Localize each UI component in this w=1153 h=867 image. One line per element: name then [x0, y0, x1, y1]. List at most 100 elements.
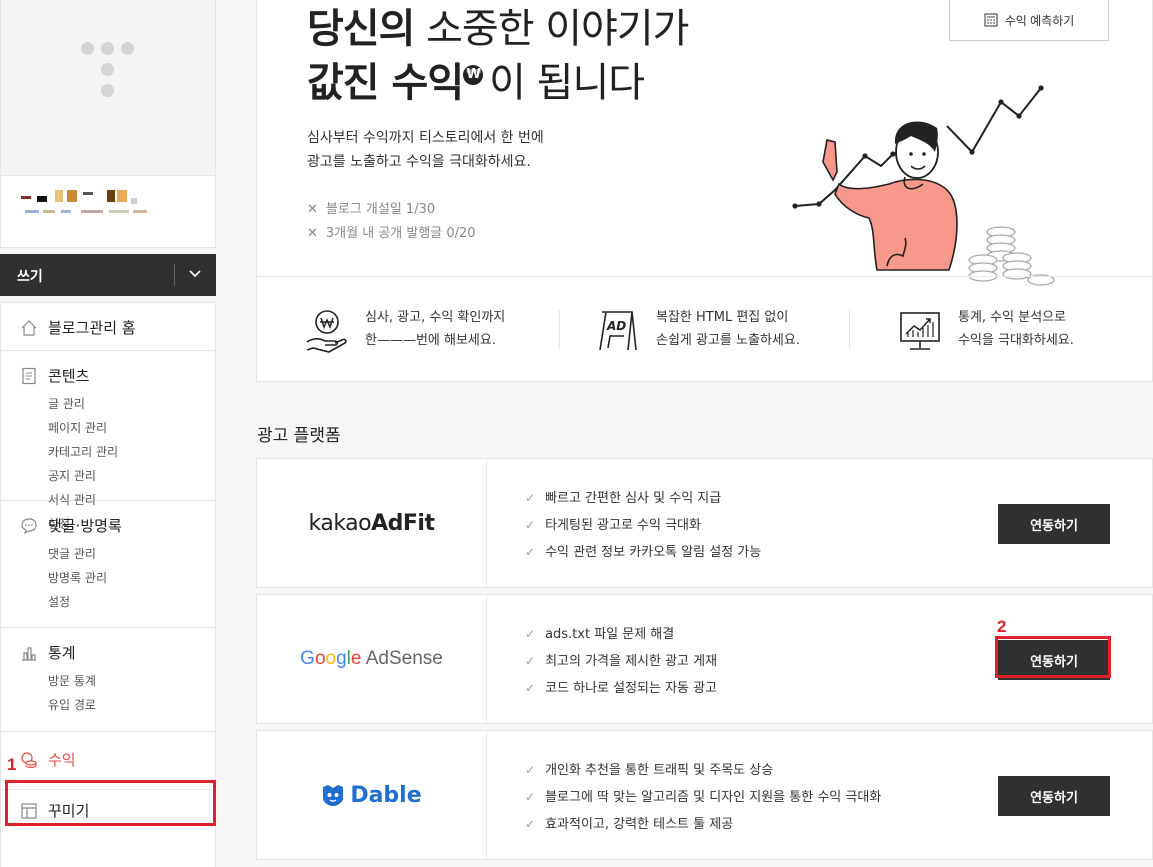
kakao-adfit-benefits: 빠르고 간편한 심사 및 수익 지급 타게팅된 광고로 수익 극대화 수익 관련… [525, 485, 761, 566]
google-letter: o [325, 648, 337, 669]
benefit-item: 최고의 가격을 제시한 광고 게재 [525, 648, 717, 675]
hero-title-bold-2: 값진 수익 [307, 60, 464, 106]
hero-desc-line: 광고를 노출하고 수익을 극대화하세요. [307, 154, 531, 170]
submenu-comment-settings[interactable]: 설정 [48, 590, 215, 614]
connect-dable-button[interactable]: 연동하기 [998, 776, 1110, 816]
blog-name-redacted [21, 190, 151, 224]
blog-profile-image[interactable] [1, 0, 215, 176]
predict-revenue-button[interactable]: 수익 예측하기 [949, 0, 1109, 41]
hero-divider [257, 276, 1152, 277]
feature-text: 한———번에 해보세요. [365, 333, 496, 348]
feature-analytics: 통계, 수익 분석으로 수익을 극대화하세요. [898, 306, 1128, 356]
hero-title-rest-2: 이 됩니다 [489, 60, 645, 106]
blog-profile-card [0, 0, 216, 248]
feature-divider [559, 310, 560, 350]
kakao-adfit-logo: kakaoAdFit [257, 459, 487, 587]
benefit-item: 효과적이고, 강력한 테스트 툴 제공 [525, 811, 881, 838]
menu-label: 댓글·방명록 [48, 517, 122, 535]
eligibility-requirements: 블로그 개설일 1/30 3개월 내 공개 발행글 0/20 [307, 198, 476, 246]
ad-platforms-heading: 광고 플랫폼 [257, 426, 341, 446]
submenu-category-manage[interactable]: 카테고리 관리 [48, 440, 215, 464]
submenu-visit-stats[interactable]: 방문 통계 [48, 669, 215, 693]
benefit-item: 블로그에 딱 맞는 알고리즘 및 디자인 지원을 통한 수익 극대화 [525, 784, 881, 811]
adsense-logo-text: AdSense [361, 648, 443, 669]
google-adsense-logo: Google AdSense [257, 595, 487, 723]
kakao-logo-text: kakao [308, 510, 372, 536]
requirement-post-count: 3개월 내 공개 발행글 0/20 [307, 222, 476, 246]
hero-description: 심사부터 수익까지 티스토리에서 한 번에 광고를 노출하고 수익을 극대화하세… [307, 126, 544, 174]
ad-board-icon: AD [599, 311, 637, 351]
write-button-bar[interactable]: 쓰기 [0, 254, 216, 296]
hero-title-bold-1: 당신의 [307, 6, 415, 52]
monitor-chart-icon [900, 312, 940, 350]
hero-title-rest-1: 소중한 이야기가 [414, 6, 689, 52]
tistory-logo-icon [81, 42, 137, 102]
document-icon [22, 367, 36, 385]
benefit-item: ads.txt 파일 문제 해결 [525, 621, 717, 648]
benefit-item: 빠르고 간편한 심사 및 수익 지급 [525, 485, 761, 512]
dable-logo-text: Dable [350, 782, 422, 808]
menu-section-stats: 통계 방문 통계 유입 경로 [1, 628, 215, 732]
svg-text:AD: AD [606, 319, 626, 333]
predict-revenue-label: 수익 예측하기 [1004, 13, 1075, 28]
connect-kakao-adfit-button[interactable]: 연동하기 [998, 504, 1110, 544]
platform-card-dable: Dable 개인화 추천을 통한 트래픽 및 주목도 상승 블로그에 딱 맞는 … [256, 730, 1153, 860]
requirement-blog-age: 블로그 개설일 1/30 [307, 198, 476, 222]
dable-benefits: 개인화 추천을 통한 트래픽 및 주목도 상승 블로그에 딱 맞는 알고리즘 및… [525, 757, 881, 838]
feature-divider [849, 310, 850, 350]
menu-section-contents: 콘텐츠 글 관리 페이지 관리 카테고리 관리 공지 관리 서식 관리 설정 [1, 303, 215, 531]
write-divider [174, 264, 175, 286]
revenue-hero-card: 당신의 소중한 이야기가 값진 수익 ₩ 이 됩니다 심사부터 수익까지 티스토리에… [256, 0, 1153, 382]
menu-item-stats[interactable]: 통계 [1, 642, 215, 664]
google-letter: o [314, 648, 326, 669]
feature-text: 복잡한 HTML 편집 없이 [656, 310, 789, 325]
annotation-highlight-adsense-button [995, 636, 1111, 678]
menu-label: 통계 [48, 644, 76, 662]
google-letter: g [336, 648, 347, 669]
google-letter: e [350, 648, 362, 669]
submenu-comment-manage[interactable]: 댓글 관리 [48, 542, 215, 566]
feature-text: 수익을 극대화하세요. [958, 333, 1074, 348]
calculator-icon [984, 13, 998, 27]
hand-coin-icon [306, 310, 347, 353]
annotation-marker-2: 2 [997, 617, 1007, 636]
won-icon: ₩ [463, 65, 484, 85]
dable-mascot-icon [323, 785, 344, 806]
submenu-notice-manage[interactable]: 공지 관리 [48, 464, 215, 488]
feature-one-stop: 심사, 광고, 수익 확인까지 한———번에 해보세요. [305, 306, 565, 356]
feature-text: 통계, 수익 분석으로 [958, 310, 1067, 325]
dable-logo: Dable [257, 731, 487, 859]
menu-label: 콘텐츠 [48, 367, 90, 385]
chevron-down-icon[interactable] [186, 264, 204, 282]
feature-text: 심사, 광고, 수익 확인까지 [365, 310, 506, 325]
google-adsense-benefits: ads.txt 파일 문제 해결 최고의 가격을 제시한 광고 게재 코드 하나… [525, 621, 717, 702]
platform-card-kakao-adfit: kakaoAdFit 빠르고 간편한 심사 및 수익 지급 타게팅된 광고로 수… [256, 458, 1153, 588]
submenu-post-manage[interactable]: 글 관리 [48, 392, 215, 416]
feature-easy-ads: AD 복잡한 HTML 편집 없이 손쉽게 광고를 노출하세요. [596, 306, 856, 356]
benefit-item: 타게팅된 광고로 수익 극대화 [525, 512, 761, 539]
benefit-item: 개인화 추천을 통한 트래픽 및 주목도 상승 [525, 757, 881, 784]
coins-icon [21, 752, 37, 769]
revenue-growth-illustration [792, 85, 1055, 286]
hero-desc-line: 심사부터 수익까지 티스토리에서 한 번에 [307, 130, 544, 146]
submenu-guestbook-manage[interactable]: 방명록 관리 [48, 566, 215, 590]
write-button[interactable]: 쓰기 [17, 266, 43, 286]
speech-bubble-icon [21, 518, 37, 535]
feature-text: 손쉽게 광고를 노출하세요. [656, 333, 800, 348]
bar-chart-icon [22, 647, 36, 661]
benefit-item: 코드 하나로 설정되는 자동 광고 [525, 675, 717, 702]
benefit-item: 수익 관련 정보 카카오톡 알림 설정 가능 [525, 539, 761, 566]
menu-item-contents[interactable]: 콘텐츠 [1, 365, 215, 387]
google-letter: G [300, 648, 315, 669]
menu-section-comments: 댓글·방명록 댓글 관리 방명록 관리 설정 [1, 501, 215, 628]
annotation-marker-1: 1 [7, 755, 17, 774]
menu-item-comments[interactable]: 댓글·방명록 [1, 515, 215, 537]
adfit-logo-text: AdFit [371, 510, 435, 536]
annotation-highlight-revenue [5, 780, 216, 826]
submenu-page-manage[interactable]: 페이지 관리 [48, 416, 215, 440]
menu-label: 수익 [48, 751, 76, 769]
submenu-referrer-stats[interactable]: 유입 경로 [48, 693, 215, 717]
menu-item-revenue[interactable]: 수익 [1, 749, 215, 771]
hero-title: 당신의 소중한 이야기가 값진 수익 ₩ 이 됩니다 [307, 2, 689, 110]
sidebar: 쓰기 블로그관리 홈 콘텐츠 글 관리 페이지 관리 카테고리 관리 공지 관리… [0, 0, 216, 867]
